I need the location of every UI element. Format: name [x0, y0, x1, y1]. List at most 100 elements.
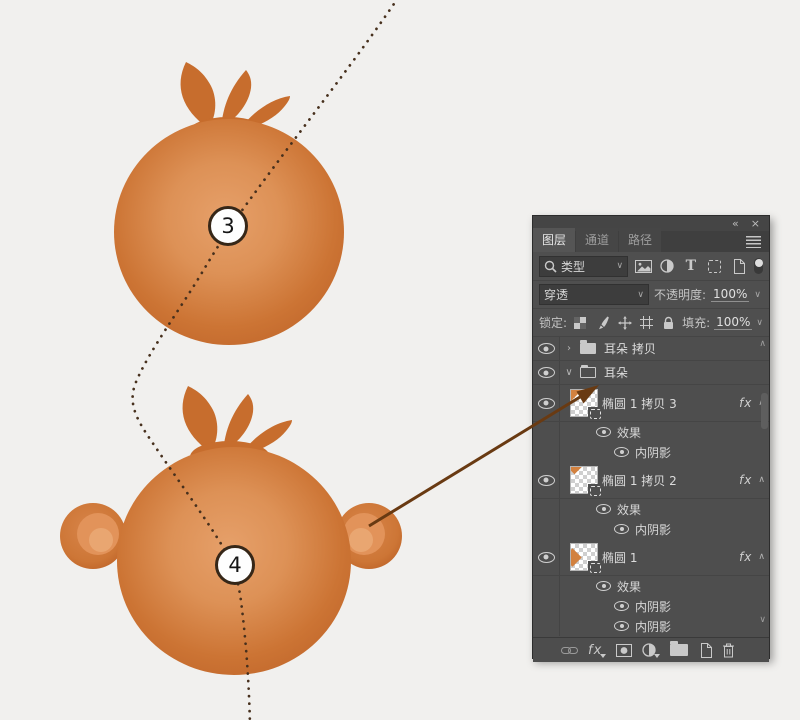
layer-row-ellipse-copy3[interactable]: 椭圆 1 拷贝 3 fx ∧ [533, 385, 769, 422]
delete-layer-trash-icon[interactable] [722, 641, 735, 659]
layer-style-fx-icon[interactable]: fx [588, 641, 607, 659]
layer-label: 椭圆 1 拷贝 3 [602, 396, 677, 411]
monkey-head-top [114, 62, 344, 345]
tab-channels[interactable]: 通道 [576, 228, 619, 252]
opacity-value[interactable]: 100% [711, 287, 750, 302]
folder-closed-icon [580, 340, 596, 354]
eye-icon[interactable] [596, 581, 611, 591]
layer-row-ellipse1[interactable]: 椭圆 1 fx ∧ [533, 539, 769, 576]
lock-pixels-brush-icon[interactable] [593, 313, 611, 332]
filter-pixel-layers-icon[interactable] [634, 257, 652, 276]
link-layers-icon[interactable] [561, 641, 578, 659]
layer-group-label: 耳朵 拷贝 [604, 342, 656, 356]
vector-mask-badge-icon [588, 561, 602, 575]
fx-badge[interactable]: fx [739, 396, 752, 410]
eye-icon[interactable] [614, 621, 629, 631]
tab-paths[interactable]: 路径 [619, 228, 662, 252]
eye-icon[interactable] [614, 601, 629, 611]
layer-row-ellipse-copy2[interactable]: 椭圆 1 拷贝 2 fx ∧ [533, 462, 769, 499]
add-layer-mask-icon[interactable] [616, 641, 633, 659]
visibility-toggle[interactable] [533, 361, 560, 384]
fill-label: 填充: [682, 316, 711, 330]
lock-row: 锁定: 填充: 100% ∨ [533, 309, 769, 337]
new-layer-icon[interactable] [698, 641, 713, 659]
effects-label: 效果 [617, 502, 642, 517]
filter-shape-layers-icon[interactable] [706, 257, 724, 276]
effect-label: 内阴影 [635, 599, 672, 614]
close-panel-icon[interactable]: × [751, 218, 760, 229]
filter-on-off-toggle[interactable] [753, 258, 763, 274]
layer-label: 椭圆 1 拷贝 2 [602, 473, 677, 488]
effect-label: 内阴影 [635, 619, 672, 634]
vector-mask-badge-icon [588, 407, 602, 421]
layer-group-row-ears[interactable]: ∨ 耳朵 [533, 361, 769, 385]
step-marker-3-number: 3 [221, 214, 235, 238]
eye-icon[interactable] [614, 447, 629, 457]
lock-artboard-icon[interactable] [638, 313, 656, 332]
opacity-label: 不透明度: [654, 288, 707, 302]
new-group-folder-icon[interactable] [670, 641, 689, 659]
layers-panel: « × 图层 通道 路径 类型 ∨ T 穿透 ∨ 不透明度: 100% ∨ 锁定… [532, 215, 770, 662]
panel-bottom-bar: fx [533, 637, 769, 662]
scroll-up-icon[interactable]: ∧ [759, 340, 766, 349]
lock-label: 锁定: [539, 316, 568, 330]
lock-transparency-icon[interactable] [571, 313, 589, 332]
effects-row[interactable]: 效果 [533, 576, 769, 596]
fx-badge[interactable]: fx [739, 473, 752, 487]
step-marker-3: 3 [208, 206, 248, 246]
chevron-down-icon[interactable]: ∨ [754, 290, 761, 300]
chevron-right-icon[interactable]: › [562, 343, 576, 354]
blend-row: 穿透 ∨ 不透明度: 100% ∨ [533, 281, 769, 309]
folder-open-icon [580, 365, 596, 378]
layers-list: › 耳朵 拷贝 ∨ 耳朵 椭圆 1 拷贝 3 fx ∧ [533, 337, 769, 637]
lock-all-icon[interactable] [660, 313, 678, 332]
collapse-effects-icon[interactable]: ∧ [758, 552, 765, 562]
inner-shadow-row[interactable]: 内阴影 [533, 616, 769, 636]
layer-thumbnail[interactable] [570, 466, 602, 498]
layer-group-row-ears-copy[interactable]: › 耳朵 拷贝 [533, 337, 769, 361]
effects-row[interactable]: 效果 [533, 422, 769, 442]
visibility-toggle[interactable] [533, 337, 560, 360]
visibility-toggle[interactable] [533, 539, 560, 575]
panel-menu-icon[interactable] [746, 236, 761, 248]
eye-icon [537, 343, 555, 354]
inner-shadow-row[interactable]: 内阴影 [533, 519, 769, 539]
effects-row[interactable]: 效果 [533, 499, 769, 519]
filter-smart-object-icon[interactable] [730, 257, 748, 276]
eye-icon[interactable] [596, 504, 611, 514]
blend-mode-value: 穿透 [544, 288, 569, 302]
inner-shadow-row[interactable]: 内阴影 [533, 442, 769, 462]
adjustment-layer-icon[interactable] [642, 641, 661, 659]
layer-thumbnail[interactable] [570, 389, 602, 421]
visibility-toggle[interactable] [533, 462, 560, 498]
chevron-down-icon[interactable]: ∨ [562, 367, 576, 378]
collapse-effects-icon[interactable]: ∧ [758, 475, 765, 485]
vector-mask-badge-icon [588, 484, 602, 498]
filter-type-layers-icon[interactable]: T [682, 257, 700, 276]
step-marker-4-number: 4 [228, 553, 242, 577]
fx-badge[interactable]: fx [739, 550, 752, 564]
fill-value[interactable]: 100% [714, 315, 753, 330]
layer-group-label: 耳朵 [604, 366, 629, 380]
layer-thumbnail[interactable] [570, 543, 602, 575]
collapse-panel-icon[interactable]: « [732, 218, 739, 229]
eye-icon[interactable] [614, 524, 629, 534]
eye-icon[interactable] [596, 427, 611, 437]
inner-shadow-row[interactable]: 内阴影 [533, 596, 769, 616]
effect-label: 内阴影 [635, 445, 672, 460]
chevron-down-icon[interactable]: ∨ [756, 318, 763, 328]
tab-layers[interactable]: 图层 [533, 228, 576, 252]
monkey-ear-left [60, 503, 126, 569]
visibility-toggle[interactable] [533, 385, 560, 421]
lock-position-move-icon[interactable] [615, 313, 633, 332]
eye-icon [537, 474, 555, 486]
search-icon [544, 260, 557, 273]
filter-adjustment-layers-icon[interactable] [658, 257, 676, 276]
scroll-down-icon[interactable]: ∨ [759, 616, 766, 625]
eye-icon [537, 397, 555, 409]
eye-icon [537, 551, 555, 563]
blend-mode-dropdown[interactable]: 穿透 ∨ [539, 284, 649, 305]
scrollbar-thumb[interactable] [761, 393, 768, 429]
filter-row: 类型 ∨ T [533, 252, 769, 281]
filter-type-dropdown[interactable]: 类型 ∨ [539, 255, 629, 277]
